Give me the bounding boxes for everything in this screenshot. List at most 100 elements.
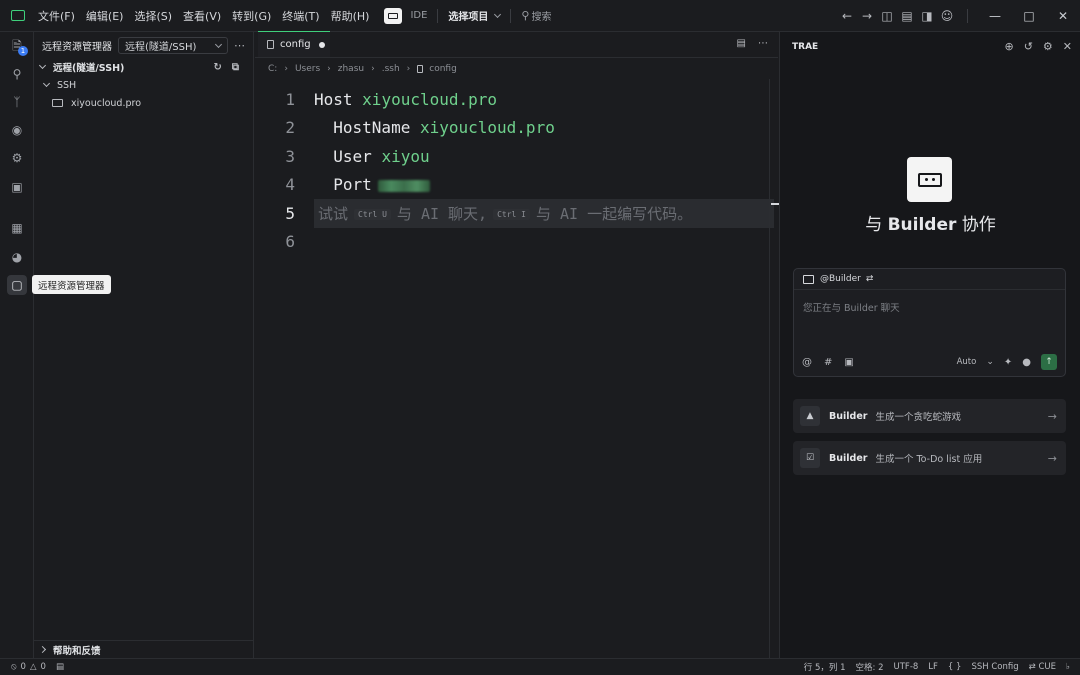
suggestion-todo-app[interactable]: ☑ Builder 生成一个 To-Do list 应用 → <box>793 441 1066 475</box>
breadcrumb-file[interactable]: config <box>429 64 457 74</box>
braces-icon[interactable]: { } <box>948 662 962 672</box>
image-icon[interactable]: ▣ <box>844 357 853 368</box>
explorer-icon[interactable]: 🗎 1 <box>7 37 28 57</box>
refresh-icon[interactable]: ↻ <box>213 62 221 73</box>
gamepad-icon: ▲ <box>800 406 820 426</box>
breadcrumb-user[interactable]: zhasu <box>338 64 364 74</box>
menu-edit[interactable]: 编辑(E) <box>86 8 124 24</box>
breadcrumb-drive[interactable]: C: <box>268 64 277 74</box>
search-icon[interactable]: ⚲ <box>521 9 529 22</box>
back-arrow-icon[interactable]: ← <box>837 6 857 26</box>
code-editor[interactable]: 1 Host xiyoucloud.pro 2 HostName xiyoucl… <box>255 85 778 256</box>
more-actions-icon[interactable]: ⋯ <box>234 39 245 52</box>
new-chat-icon[interactable]: ⊕ <box>1004 40 1013 53</box>
encoding[interactable]: UTF-8 <box>894 662 919 672</box>
debug-icon[interactable]: ⚙ <box>7 148 27 168</box>
suggestion-text: 生成一个贪吃蛇游戏 <box>875 412 961 423</box>
chevron-right-icon: › <box>371 63 375 74</box>
code-key: Port <box>333 175 372 195</box>
error-icon[interactable]: ⦸ <box>11 662 17 672</box>
editor-more-icon[interactable]: ⋯ <box>758 38 768 49</box>
suggestion-agent: Builder <box>829 410 868 422</box>
command-search[interactable]: 搜索 <box>531 8 551 23</box>
breadcrumb-ssh[interactable]: .ssh <box>382 64 400 74</box>
line-number: 2 <box>285 118 295 138</box>
cursor-position[interactable]: 行 5，列 1 <box>804 661 846 673</box>
checklist-icon: ☑ <box>800 448 820 468</box>
close-window-button[interactable]: ✕ <box>1046 0 1080 32</box>
forward-arrow-icon[interactable]: → <box>857 6 877 26</box>
code-line: 3 User xiyou <box>255 142 778 171</box>
indentation[interactable]: 空格: 2 <box>856 661 884 673</box>
warning-icon[interactable]: △ <box>30 662 37 672</box>
error-count[interactable]: 0 <box>21 662 26 672</box>
maximize-button[interactable]: □ <box>1012 0 1046 32</box>
chat-placeholder[interactable]: 您正在与 Builder 聊天 <box>794 290 1065 324</box>
hero-title: 与 Builder 协作 <box>780 210 1080 235</box>
cue-indicator[interactable]: ⇄ CUE <box>1029 662 1056 672</box>
line-number: 4 <box>285 175 295 195</box>
suggestion-agent: Builder <box>829 452 868 464</box>
tab-config[interactable]: config <box>258 31 330 57</box>
suggestion-text: 生成一个 To-Do list 应用 <box>875 454 983 465</box>
code-value: xiyoucloud.pro <box>419 118 555 138</box>
breadcrumb-users[interactable]: Users <box>295 64 320 74</box>
menu-file[interactable]: 文件(F) <box>38 8 75 24</box>
ports-icon[interactable]: ▤ <box>56 662 64 672</box>
menu-bar: 文件(F) 编辑(E) 选择(S) 查看(V) 转到(G) 终端(T) 帮助(H… <box>38 8 380 24</box>
model-selector[interactable]: Auto <box>957 357 977 367</box>
unsaved-dot-icon[interactable] <box>318 41 325 48</box>
ide-mode-icon[interactable] <box>384 7 403 24</box>
editor-scrollbar[interactable] <box>769 79 779 658</box>
layout-right-icon[interactable]: ◨ <box>917 6 937 26</box>
help-feedback-section[interactable]: 帮助和反馈 <box>34 640 253 658</box>
menu-goto[interactable]: 转到(G) <box>232 8 271 24</box>
chevron-down-icon[interactable]: ⌄ <box>986 357 994 367</box>
chevron-down-icon[interactable] <box>494 10 502 18</box>
microphone-icon[interactable]: ● <box>1022 357 1031 368</box>
ai-hint: 试试 Ctrl U 与 AI 聊天, Ctrl I 与 AI 一起编写代码。 <box>318 203 692 224</box>
warning-count[interactable]: 0 <box>41 662 46 672</box>
title-bar: 文件(F) 编辑(E) 选择(S) 查看(V) 转到(G) 终端(T) 帮助(H… <box>0 0 1080 32</box>
split-editor-icon[interactable]: ▤ <box>737 38 746 49</box>
hash-icon[interactable]: # <box>824 357 832 368</box>
mention-icon[interactable]: @ <box>802 357 812 368</box>
ssh-host-item[interactable]: xiyoucloud.pro <box>34 94 253 112</box>
remote-display-icon[interactable]: ▣ <box>7 177 27 197</box>
editor-tabs: config ▤ ⋯ <box>255 31 778 58</box>
ssh-group[interactable]: SSH <box>34 76 253 94</box>
history-icon[interactable]: ↺ <box>1024 40 1033 53</box>
language-mode[interactable]: SSH Config <box>971 662 1018 672</box>
sparkle-icon[interactable]: ✦ <box>1004 357 1012 368</box>
end-of-line[interactable]: LF <box>928 662 938 672</box>
search-icon[interactable]: ⚲ <box>7 64 27 84</box>
agent-tag[interactable]: @Builder <box>820 274 861 284</box>
chat-input-box[interactable]: @Builder ⇄ 您正在与 Builder 聊天 @ # ▣ Auto ⌄ … <box>793 268 1066 377</box>
suggestion-snake-game[interactable]: ▲ Builder 生成一个贪吃蛇游戏 → <box>793 399 1066 433</box>
send-button[interactable]: ↑ <box>1041 354 1057 370</box>
menu-terminal[interactable]: 终端(T) <box>282 8 319 24</box>
close-icon[interactable]: ✕ <box>1063 40 1072 53</box>
menu-help[interactable]: 帮助(H) <box>331 8 370 24</box>
project-selector[interactable]: 选择项目 <box>448 8 488 23</box>
layout-left-icon[interactable]: ◫ <box>877 6 897 26</box>
settings-icon[interactable]: ⚙ <box>1043 40 1053 53</box>
swap-agent-icon[interactable]: ⇄ <box>866 274 874 284</box>
remote-explorer-icon[interactable]: ▢ <box>7 275 27 295</box>
tab-label: config <box>280 39 311 50</box>
minimize-button[interactable]: — <box>978 0 1012 32</box>
menu-select[interactable]: 选择(S) <box>134 8 172 24</box>
ai-icon[interactable]: ◕ <box>7 247 27 267</box>
watch-icon[interactable]: ◉ <box>7 120 27 140</box>
notifications-icon[interactable]: ♭ <box>1066 662 1070 672</box>
collapse-all-icon[interactable]: ⧉ <box>232 62 239 73</box>
tunnels-ssh-section[interactable]: 远程(隧道/SSH) ↻ ⧉ <box>34 58 253 76</box>
extensions-icon[interactable]: ▦ <box>7 218 27 238</box>
ide-mode-label[interactable]: IDE <box>410 10 427 21</box>
layout-bottom-icon[interactable]: ▤ <box>897 6 917 26</box>
menu-view[interactable]: 查看(V) <box>183 8 221 24</box>
account-icon[interactable]: ☺ <box>937 6 957 26</box>
remote-type-select[interactable]: 远程(隧道/SSH) <box>118 36 228 54</box>
source-control-icon[interactable]: ᛉ <box>7 92 27 112</box>
chevron-right-icon <box>38 645 47 654</box>
